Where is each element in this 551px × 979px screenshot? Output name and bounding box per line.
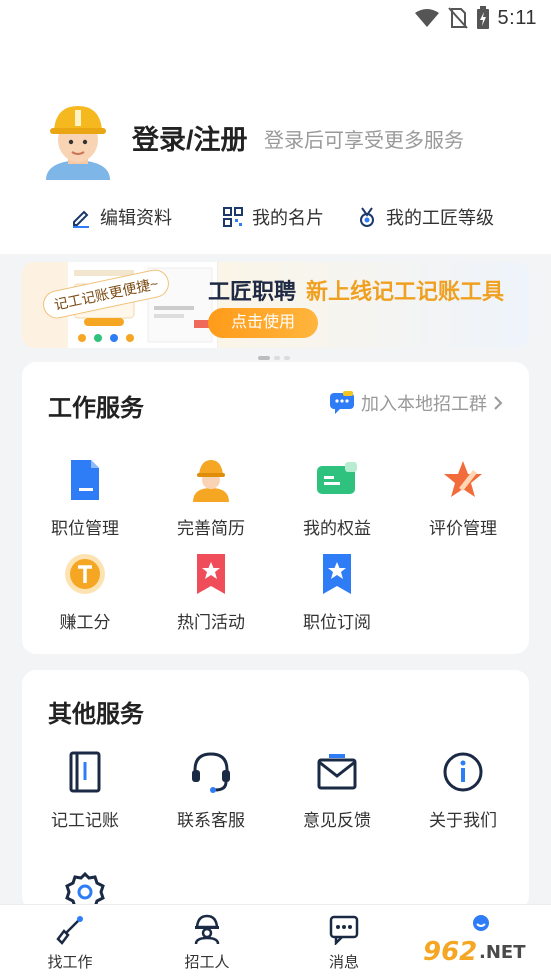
my-benefits-label: 我的权益 — [303, 519, 371, 538]
join-local-group-label: 加入本地招工群 — [361, 394, 487, 414]
medal-icon — [360, 207, 374, 227]
chat-icon — [329, 915, 359, 945]
worker-icon — [193, 460, 229, 502]
craftsman-level-button[interactable]: 我的工匠等级 — [356, 204, 494, 230]
work-services-title: 工作服务 — [48, 395, 144, 422]
pagination-dot — [274, 356, 280, 360]
nav-hire-workers[interactable]: 招工人 — [147, 913, 267, 972]
customer-service-button[interactable]: 联系客服 — [149, 750, 273, 831]
status-icons: 5:11 — [414, 6, 537, 30]
hot-activities-button[interactable]: 热门活动 — [149, 552, 273, 633]
pagination-dot — [284, 356, 290, 360]
hot-activities-label: 热门活动 — [177, 613, 245, 632]
promo-banner[interactable]: 记工记账更便捷~ 工匠职聘 新上线记工记账工具 点击使用 — [22, 262, 529, 348]
craftsman-level-label: 我的工匠等级 — [386, 208, 494, 228]
nav-find-job-label: 找工作 — [47, 954, 93, 971]
about-us-label: 关于我们 — [429, 811, 497, 830]
complete-resume-button[interactable]: 完善简历 — [149, 458, 273, 539]
avatar[interactable] — [38, 100, 118, 180]
header-spacer — [0, 42, 551, 102]
no-sim-icon — [447, 7, 468, 29]
chevron-right-icon — [494, 396, 503, 410]
worker-outline-icon — [194, 914, 220, 945]
join-local-group-link[interactable]: 加入本地招工群 — [329, 390, 503, 416]
edit-profile-button[interactable]: 编辑资料 — [70, 204, 172, 230]
document-icon — [71, 460, 99, 500]
feedback-label: 意见反馈 — [303, 811, 371, 830]
banner-title-highlight: 新上线记工记账工具 — [306, 279, 505, 304]
status-bar: 5:11 — [0, 0, 551, 42]
pencil-icon — [73, 210, 89, 228]
customer-service-label: 联系客服 — [177, 811, 245, 830]
other-services-title: 其他服务 — [48, 701, 144, 728]
login-subtitle: 登录后可享受更多服务 — [264, 130, 464, 152]
banner-use-button[interactable]: 点击使用 — [208, 308, 318, 338]
watermark-logo: 962 .NET — [415, 932, 545, 972]
complete-resume-label: 完善简历 — [177, 519, 245, 538]
wifi-icon — [414, 9, 439, 27]
pagination-dot — [258, 356, 270, 360]
bookmark-star-icon — [323, 554, 351, 594]
job-management-button[interactable]: 职位管理 — [23, 458, 147, 539]
work-services-card: 工作服务 加入本地招工群 职位管理 完善简历 我的权益 评价管理 赚工分 热门活… — [22, 362, 529, 654]
job-management-label: 职位管理 — [51, 519, 119, 538]
job-subscription-label: 职位订阅 — [303, 613, 371, 632]
about-us-button[interactable]: 关于我们 — [401, 750, 525, 831]
work-log-label: 记工记账 — [51, 811, 119, 830]
quick-actions: 编辑资料 我的名片 我的工匠等级 — [0, 196, 551, 242]
review-management-button[interactable]: 评价管理 — [401, 458, 525, 539]
banner-title: 工匠职聘 — [208, 279, 297, 304]
svg-text:.NET: .NET — [479, 942, 526, 963]
card-icon — [317, 462, 357, 494]
star-pen-icon — [444, 461, 482, 497]
notebook-icon — [69, 751, 101, 793]
other-services-card: 其他服务 记工记账 联系客服 意见反馈 关于我们 — [22, 670, 529, 913]
banner-pagination — [258, 356, 290, 360]
earn-points-button[interactable]: 赚工分 — [23, 552, 147, 633]
my-card-label: 我的名片 — [252, 208, 324, 228]
coin-icon — [65, 554, 105, 594]
nav-hire-workers-label: 招工人 — [184, 954, 230, 971]
bookmark-star-icon — [197, 554, 225, 594]
shovel-icon — [56, 916, 83, 945]
qrcode-icon — [223, 207, 243, 227]
feedback-button[interactable]: 意见反馈 — [275, 750, 399, 831]
work-log-button[interactable]: 记工记账 — [23, 750, 147, 831]
nav-find-job[interactable]: 找工作 — [10, 913, 130, 972]
chat-bubble-icon — [330, 391, 354, 414]
info-icon — [443, 752, 483, 792]
svg-text:962: 962 — [423, 937, 477, 967]
earn-points-label: 赚工分 — [59, 613, 111, 632]
edit-profile-label: 编辑资料 — [100, 208, 172, 228]
nav-messages[interactable]: 消息 — [284, 913, 404, 972]
nav-messages-label: 消息 — [328, 954, 359, 971]
status-time: 5:11 — [497, 6, 537, 29]
my-card-button[interactable]: 我的名片 — [222, 204, 324, 230]
headset-icon — [192, 752, 230, 793]
mail-icon — [317, 754, 357, 790]
login-register-link[interactable]: 登录/注册 — [132, 118, 248, 157]
review-management-label: 评价管理 — [429, 519, 497, 538]
battery-charging-icon — [476, 6, 489, 29]
my-benefits-button[interactable]: 我的权益 — [275, 458, 399, 539]
job-subscription-button[interactable]: 职位订阅 — [275, 552, 399, 633]
